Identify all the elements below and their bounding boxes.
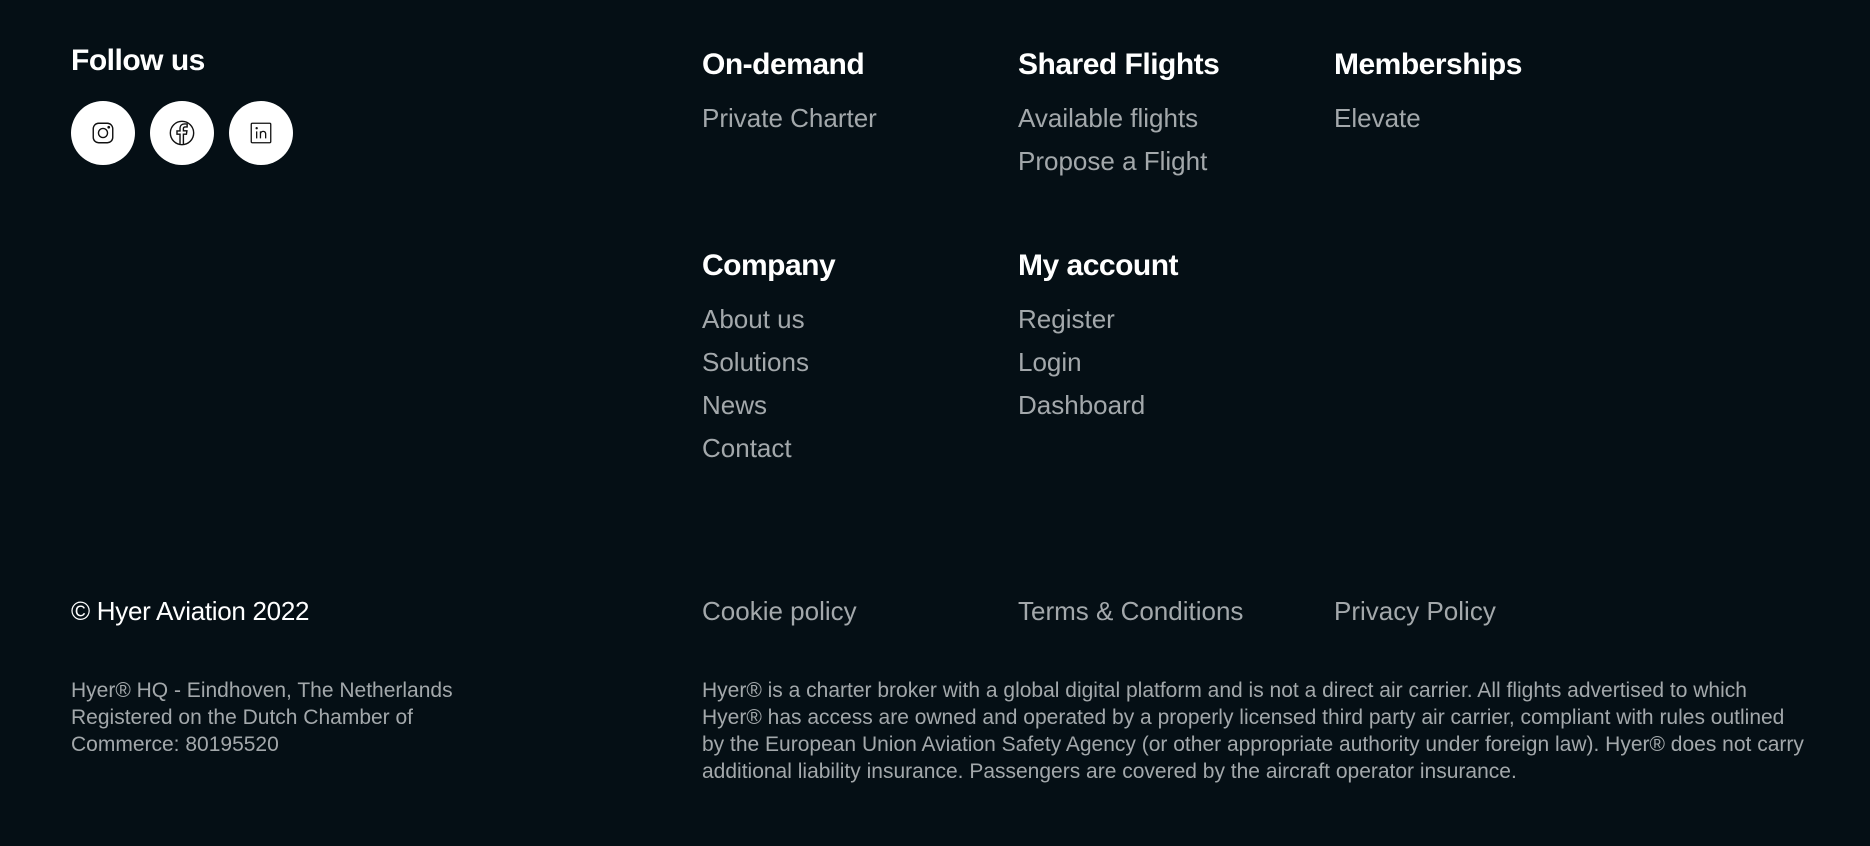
nav-column-memberships: Memberships Elevate <box>1334 45 1624 140</box>
address-line: Hyer® HQ - Eindhoven, The Netherlands <box>71 679 453 702</box>
nav-heading-shared-flights: Shared Flights <box>1018 48 1220 81</box>
nav-column-my-account: My account Register Login Dashboard <box>1018 246 1308 427</box>
nav-link-private-charter[interactable]: Private Charter <box>702 97 992 140</box>
nav-link-elevate[interactable]: Elevate <box>1334 97 1624 140</box>
nav-link-login[interactable]: Login <box>1018 341 1308 384</box>
facebook-icon <box>169 120 195 146</box>
nav-column-company: Company About us Solutions News Contact <box>702 246 992 470</box>
nav-link-available-flights[interactable]: Available flights <box>1018 97 1308 140</box>
nav-link-about-us[interactable]: About us <box>702 298 992 341</box>
linkedin-button[interactable] <box>229 101 293 165</box>
address-line: Registered on the Dutch Chamber of <box>71 706 414 729</box>
address-line: Commerce: 80195520 <box>71 733 279 756</box>
nav-column-shared-flights: Shared Flights Available flights Propose… <box>1018 45 1308 183</box>
legal-disclaimer: Hyer® is a charter broker with a global … <box>702 679 1804 783</box>
nav-link-news[interactable]: News <box>702 384 992 427</box>
social-links <box>71 101 293 165</box>
nav-heading-company: Company <box>702 249 836 282</box>
company-address: Hyer® HQ - Eindhoven, The Netherlands Re… <box>71 677 491 758</box>
privacy-policy-link[interactable]: Privacy Policy <box>1334 596 1496 627</box>
nav-heading-ondemand: On-demand <box>702 48 865 81</box>
nav-link-propose-flight[interactable]: Propose a Flight <box>1018 140 1308 183</box>
copyright-text: © Hyer Aviation 2022 <box>71 596 310 626</box>
nav-link-contact[interactable]: Contact <box>702 427 992 470</box>
nav-link-solutions[interactable]: Solutions <box>702 341 992 384</box>
facebook-button[interactable] <box>150 101 214 165</box>
linkedin-icon <box>250 122 272 144</box>
instagram-button[interactable] <box>71 101 135 165</box>
instagram-icon <box>92 122 114 144</box>
cookie-policy-link[interactable]: Cookie policy <box>702 596 857 627</box>
follow-us-heading: Follow us <box>71 44 205 77</box>
nav-heading-memberships: Memberships <box>1334 48 1522 81</box>
nav-link-dashboard[interactable]: Dashboard <box>1018 384 1308 427</box>
nav-column-ondemand: On-demand Private Charter <box>702 45 992 140</box>
nav-link-register[interactable]: Register <box>1018 298 1308 341</box>
terms-conditions-link[interactable]: Terms & Conditions <box>1018 596 1243 627</box>
nav-heading-my-account: My account <box>1018 249 1179 282</box>
